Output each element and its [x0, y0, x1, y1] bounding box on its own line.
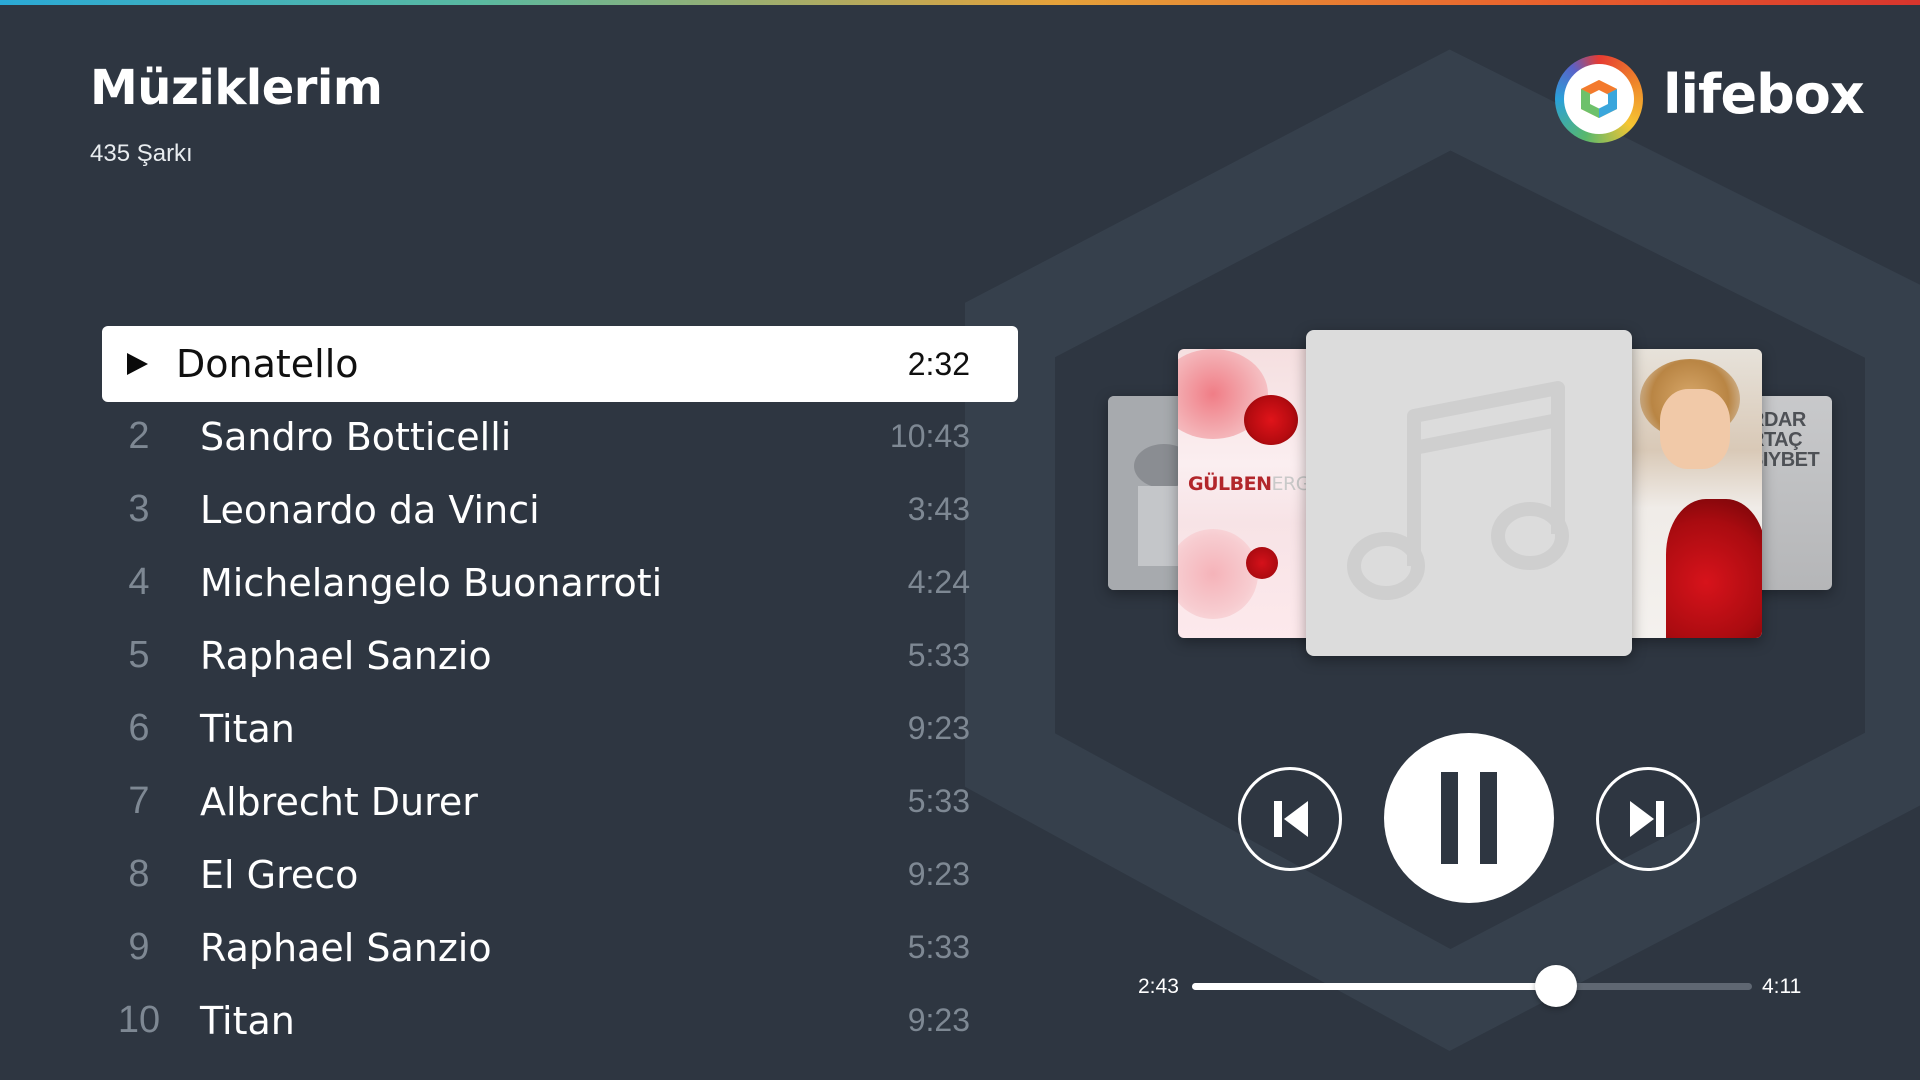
page-title: Müziklerim	[90, 60, 383, 116]
lifebox-logo: lifebox	[1555, 55, 1865, 145]
track-duration: 9:23	[907, 1002, 970, 1038]
track-title: El Greco	[200, 852, 359, 897]
track-number: 2	[128, 415, 150, 457]
play-pause-button[interactable]	[1384, 733, 1554, 903]
track-title: Leonardo da Vinci	[200, 487, 540, 532]
track-duration: 5:33	[907, 929, 970, 965]
track-number: 5	[128, 634, 150, 676]
track-row-playing[interactable]: Donatello 2:32	[102, 326, 1018, 402]
track-row[interactable]: 5 Raphael Sanzio 5:33	[102, 619, 1018, 692]
track-title: Titan	[200, 998, 295, 1043]
track-number: 7	[128, 780, 150, 822]
track-number: 3	[128, 488, 150, 530]
track-duration: 9:23	[907, 710, 970, 746]
track-title: Michelangelo Buonarroti	[200, 560, 663, 605]
track-row[interactable]: 10 Titan 9:23	[102, 984, 1018, 1057]
progress-fill	[1192, 983, 1556, 990]
track-title: Raphael Sanzio	[200, 925, 492, 970]
track-number: 4	[128, 561, 150, 603]
track-number: 10	[117, 999, 161, 1041]
current-time: 2:43	[1138, 975, 1179, 998]
track-row[interactable]: 6 Titan 9:23	[102, 692, 1018, 765]
album-cover-right[interactable]	[1610, 349, 1762, 638]
skip-next-icon	[1630, 801, 1664, 837]
lifebox-logo-text: lifebox	[1663, 63, 1865, 126]
track-title: Raphael Sanzio	[200, 633, 492, 678]
track-duration: 9:23	[907, 856, 970, 892]
skip-previous-icon	[1274, 801, 1308, 837]
track-number: 6	[128, 707, 150, 749]
next-button[interactable]	[1596, 767, 1700, 871]
track-title: Titan	[200, 706, 295, 751]
track-title: Sandro Botticelli	[200, 414, 512, 459]
total-time: 4:11	[1762, 975, 1802, 998]
track-row[interactable]: 3 Leonardo da Vinci 3:43	[102, 473, 1018, 546]
song-count: 435 Şarkı	[90, 140, 193, 167]
track-row[interactable]: 4 Michelangelo Buonarroti 4:24	[102, 546, 1018, 619]
track-title: Albrecht Durer	[200, 779, 478, 824]
track-number: 9	[128, 926, 150, 968]
track-title: Donatello	[176, 342, 359, 386]
track-duration: 10:43	[889, 418, 970, 454]
track-duration: 4:24	[907, 564, 970, 600]
pause-icon	[1441, 772, 1497, 864]
track-number: 8	[128, 853, 150, 895]
track-row[interactable]: 2 Sandro Botticelli 10:43	[102, 400, 1018, 473]
progress-bar[interactable]	[1192, 965, 1752, 1007]
track-duration: 5:33	[907, 637, 970, 673]
track-duration: 5:33	[907, 783, 970, 819]
track-row[interactable]: 7 Albrecht Durer 5:33	[102, 765, 1018, 838]
top-accent-bar	[0, 0, 1920, 5]
track-row[interactable]: 9 Raphael Sanzio 5:33	[102, 911, 1018, 984]
album-cover-current[interactable]	[1306, 330, 1632, 656]
track-duration: 3:43	[907, 491, 970, 527]
track-duration: 2:32	[907, 345, 970, 382]
track-list: Donatello 2:32 2 Sandro Botticelli 10:43 3 Leo…	[102, 326, 1018, 1057]
play-icon	[102, 351, 172, 377]
album-cover-left-label: GÜLBENERG	[1188, 473, 1310, 495]
track-row[interactable]: 8 El Greco 9:23	[102, 838, 1018, 911]
music-note-icon	[1347, 381, 1569, 600]
lifebox-logo-icon	[1555, 55, 1643, 143]
progress-knob[interactable]	[1535, 965, 1577, 1007]
previous-button[interactable]	[1238, 767, 1342, 871]
